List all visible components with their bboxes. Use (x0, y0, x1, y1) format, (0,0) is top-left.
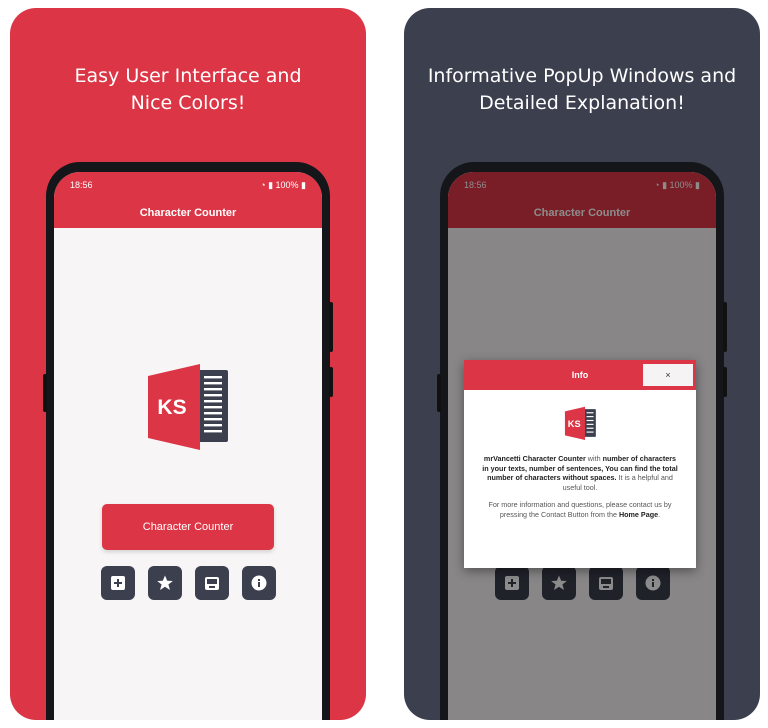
dialog-paragraph-1: mrVancetti Character Counter with number… (482, 454, 678, 492)
dialog-body: mrVancetti Character Counter with number… (480, 454, 680, 520)
add-box-icon (111, 576, 125, 590)
dialog-header: Info × (464, 360, 696, 390)
phone-side-button (43, 374, 47, 412)
logo-text: KS (157, 396, 186, 419)
phone-side-button (723, 367, 727, 397)
info-icon (251, 575, 267, 591)
favorite-button[interactable] (148, 566, 182, 600)
status-time: 18:56 (70, 180, 93, 190)
status-icons: ◔ ▮ 100% ▮ (260, 180, 306, 191)
logo-text: KS (568, 419, 581, 429)
left-promo-panel: Easy User Interface and Nice Colors! 18:… (10, 8, 366, 720)
signal-icon: ▮ (268, 180, 276, 190)
add-button[interactable] (101, 566, 135, 600)
phone-side-button (329, 367, 333, 397)
battery-icon: ▮ (298, 180, 306, 190)
info-dialog: Info × KS mrVancetti Character Counter w… (464, 360, 696, 568)
phone-screen-right: 18:56 ◔ ▮ 100% ▮ Character Counter Info … (448, 172, 716, 720)
dialog-paragraph-2: For more information and questions, plea… (488, 500, 672, 519)
status-bar: 18:56 ◔ ▮ 100% ▮ (54, 172, 322, 198)
ks-logo-icon: KS (148, 364, 228, 450)
phone-side-button (437, 374, 441, 412)
right-promo-panel: Informative PopUp Windows and Detailed E… (404, 8, 760, 720)
battery-level: 100% (275, 180, 299, 190)
left-headline: Easy User Interface and Nice Colors! (74, 65, 302, 114)
icon-button-row (101, 566, 277, 602)
character-counter-button[interactable]: Character Counter (102, 504, 274, 550)
dialog-close-button[interactable]: × (643, 364, 693, 386)
phone-side-button (723, 302, 727, 352)
phone-frame-left: 18:56 ◔ ▮ 100% ▮ Character Counter KS Ch… (43, 162, 333, 720)
contact-icon (205, 577, 219, 590)
contact-button[interactable] (195, 566, 229, 600)
phone-side-button (329, 302, 333, 352)
wifi-icon: ◔ (260, 180, 269, 190)
star-icon (157, 575, 173, 590)
right-headline: Informative PopUp Windows and Detailed E… (427, 65, 737, 114)
ks-logo-icon: KS (564, 406, 596, 440)
phone-frame-right: 18:56 ◔ ▮ 100% ▮ Character Counter Info … (437, 162, 727, 720)
home-page-link[interactable]: Home Page (619, 510, 658, 519)
app-title: Character Counter (54, 198, 322, 228)
phone-screen-left: 18:56 ◔ ▮ 100% ▮ Character Counter KS Ch… (54, 172, 322, 720)
info-button[interactable] (242, 566, 276, 600)
